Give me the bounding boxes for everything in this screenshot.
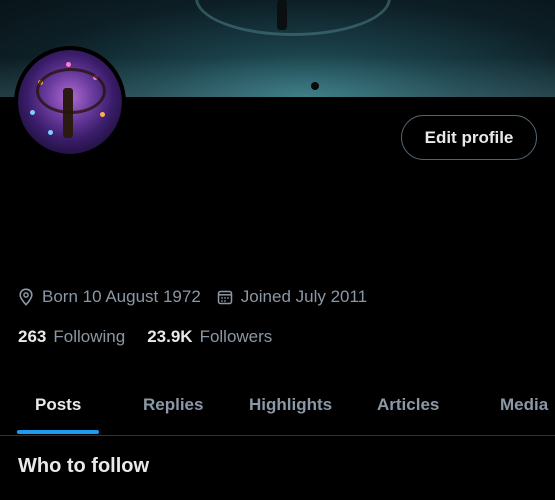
calendar-icon — [217, 290, 233, 305]
profile-meta: Born 10 August 1972 Joined July 2011 — [18, 287, 383, 307]
avatar-spark — [30, 110, 35, 115]
avatar-spark — [93, 75, 98, 80]
tab-posts[interactable]: Posts — [35, 375, 81, 435]
follow-stats: 263 Following 23.9K Followers — [18, 327, 294, 347]
banner-figure — [277, 0, 287, 30]
following-count: 263 — [18, 327, 47, 346]
avatar-spark — [48, 130, 53, 135]
followers-label: Followers — [199, 327, 273, 346]
following-link[interactable]: 263 Following — [18, 327, 125, 347]
location-pin-icon — [19, 288, 33, 306]
avatar-spark — [100, 112, 105, 117]
profile-tabs: Posts Replies Highlights Articles Media — [0, 375, 555, 436]
join-date: Joined July 2011 — [217, 287, 367, 307]
banner-ring-shape — [195, 0, 391, 36]
active-tab-indicator — [17, 430, 99, 434]
birth-date: Born 10 August 1972 — [18, 287, 201, 307]
avatar-image — [18, 50, 122, 154]
who-to-follow-heading: Who to follow — [18, 455, 150, 477]
following-label: Following — [53, 327, 126, 346]
join-date-text: Joined July 2011 — [240, 287, 368, 306]
banner-dot — [311, 82, 319, 90]
tab-highlights[interactable]: Highlights — [249, 375, 332, 435]
avatar-spark — [66, 62, 71, 67]
avatar[interactable] — [14, 46, 126, 158]
followers-link[interactable]: 23.9K Followers — [147, 327, 272, 347]
followers-count: 23.9K — [147, 327, 193, 346]
edit-profile-button[interactable]: Edit profile — [401, 115, 537, 160]
tab-media[interactable]: Media — [500, 375, 548, 435]
tab-replies[interactable]: Replies — [143, 375, 203, 435]
avatar-spark — [38, 80, 43, 85]
birth-date-text: Born 10 August 1972 — [42, 287, 201, 306]
tab-articles[interactable]: Articles — [377, 375, 439, 435]
